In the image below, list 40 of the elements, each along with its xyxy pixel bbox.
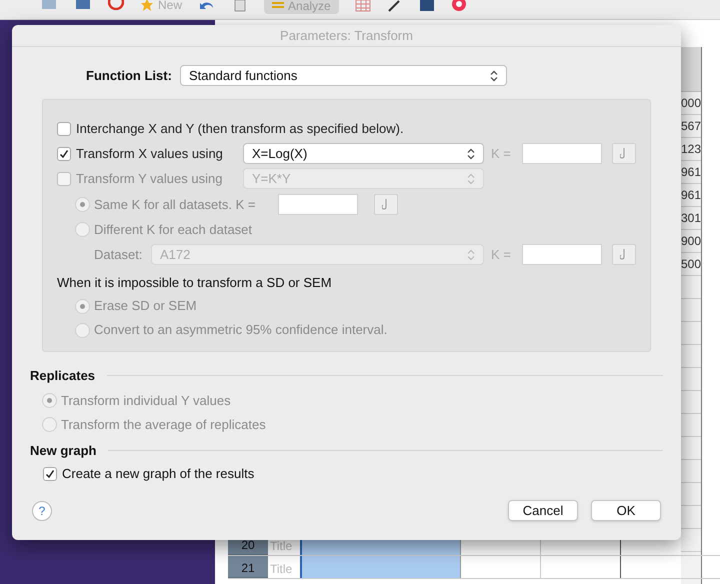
option-label: Different K for each dataset xyxy=(94,220,252,239)
checkbox[interactable] xyxy=(43,467,57,481)
replicates-heading: Replicates xyxy=(30,367,96,385)
checkbox[interactable] xyxy=(57,146,71,160)
column-header xyxy=(681,47,701,92)
new-graph-heading: New graph xyxy=(30,442,96,460)
function-list-label: Function List: xyxy=(86,66,172,85)
row-number: 21 xyxy=(228,556,268,578)
dialog-title: Parameters: Transform xyxy=(280,26,413,45)
dialog-button[interactable]: Cancel xyxy=(508,500,578,521)
k-input-field[interactable] xyxy=(522,143,602,164)
option-label: Transform X values using xyxy=(76,144,223,163)
updown-caret-icon xyxy=(467,172,475,184)
list-icon xyxy=(272,2,284,10)
table-icon[interactable] xyxy=(354,0,371,12)
option-label: Transform Y values using xyxy=(76,170,222,188)
sd-heading: When it is impossible to transform a SD or SEM xyxy=(57,274,333,292)
option-label: Interchange X and Y (then transform as specified below). xyxy=(76,120,404,138)
checkbox[interactable] xyxy=(57,122,71,136)
updown-caret-icon xyxy=(467,148,475,160)
link-button[interactable] xyxy=(612,143,636,164)
dropdown-select[interactable]: X=Log(X) xyxy=(243,143,484,164)
option-label: Erase SD or SEM xyxy=(94,297,197,316)
checkmark-icon xyxy=(45,469,55,479)
copy-icon[interactable] xyxy=(232,0,248,12)
option-label: Create a new graph of the results xyxy=(62,465,254,484)
updown-caret-icon xyxy=(490,70,498,82)
option-label: Convert to an asymmetric 95% confidence interval. xyxy=(94,321,388,340)
checkmark-icon xyxy=(59,148,69,158)
selected-cell[interactable] xyxy=(300,556,460,578)
option-label: Same K for all datasets. K = xyxy=(94,196,256,214)
star-icon xyxy=(140,0,154,11)
dropdown-select[interactable]: Standard functions xyxy=(180,65,507,86)
dialog-button[interactable]: OK xyxy=(591,500,661,521)
dataset-label: Dataset: xyxy=(94,246,144,264)
updown-caret-icon xyxy=(467,248,475,260)
option-label: Transform the average of replicates xyxy=(61,416,266,434)
option-label: Transform individual Y values xyxy=(61,392,231,410)
row-title-cell-text: Title xyxy=(269,561,294,578)
help-button[interactable]: ? xyxy=(32,500,52,520)
